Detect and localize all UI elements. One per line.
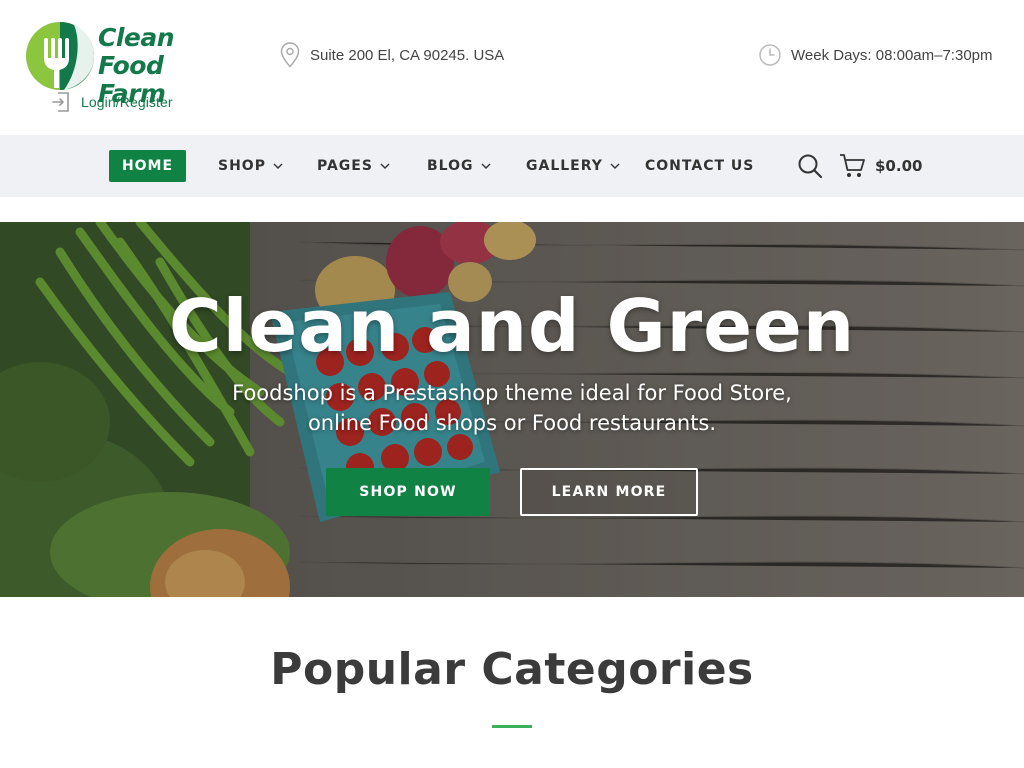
nav-item-pages[interactable]: PAGES	[317, 150, 390, 182]
nav-item-contact-us[interactable]: CONTACT US	[645, 150, 754, 182]
hero-subtitle-line-2: online Food shops or Food restaurants.	[307, 411, 717, 435]
nav-item-label: SHOP	[218, 158, 266, 174]
chevron-down-icon	[481, 163, 490, 169]
hero-banner: Clean and Green Foodshop is a Prestashop…	[0, 222, 1024, 597]
chevron-down-icon	[610, 163, 620, 169]
fork-leaf-logo-icon	[26, 22, 94, 90]
nav-item-label: GALLERY	[526, 158, 603, 174]
login-register-link[interactable]: Login/Register	[52, 92, 173, 112]
clock-icon	[759, 44, 781, 66]
top-header: Clean Food Farm Login/Register Suite 200…	[0, 0, 1024, 135]
cart-total: $0.00	[875, 157, 923, 175]
login-door-icon	[52, 92, 69, 112]
opening-hours: Week Days: 08:00am–7:30pm	[759, 42, 993, 68]
site-logo[interactable]: Clean Food Farm	[24, 18, 244, 108]
learn-more-button[interactable]: LEARN MORE	[520, 468, 698, 516]
chevron-down-icon	[273, 163, 283, 169]
nav-item-label: PAGES	[317, 158, 373, 174]
nav-item-label: CONTACT US	[645, 158, 755, 174]
popular-categories-heading: Popular Categories	[270, 644, 754, 695]
chevron-down-icon	[380, 163, 390, 169]
shop-now-button[interactable]: SHOP NOW	[326, 468, 490, 516]
nav-item-gallery[interactable]: GALLERY	[526, 150, 620, 182]
cart-button[interactable]: $0.00	[839, 152, 922, 180]
login-register-label: Login/Register	[81, 94, 173, 110]
nav-item-label: HOME	[121, 158, 174, 174]
logo-line-1: Clean Food	[98, 23, 175, 80]
nav-item-home[interactable]: HOME	[109, 150, 186, 182]
search-icon[interactable]	[797, 153, 823, 179]
nav-item-shop[interactable]: SHOP	[218, 150, 283, 182]
address-text: Suite 200 El, CA 90245. USA	[310, 46, 505, 64]
store-address: Suite 200 El, CA 90245. USA	[280, 42, 504, 68]
cart-icon	[840, 154, 865, 177]
hours-text: Week Days: 08:00am–7:30pm	[791, 46, 993, 64]
hero-subtitle-line-1: Foodshop is a Prestashop theme ideal for…	[232, 381, 792, 405]
map-pin-icon	[280, 42, 300, 68]
nav-item-blog[interactable]: BLOG	[427, 150, 491, 182]
hero-title: Clean and Green	[168, 284, 856, 368]
nav-item-label: BLOG	[427, 158, 474, 174]
hero-subtitle: Foodshop is a Prestashop theme ideal for…	[0, 378, 1024, 438]
heading-divider	[492, 725, 532, 728]
